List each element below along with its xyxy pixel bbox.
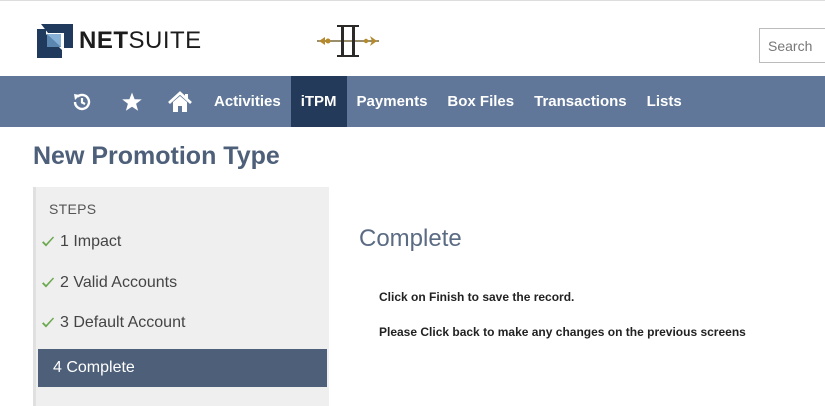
home-icon: [168, 90, 192, 112]
nav-itpm[interactable]: iTPM: [290, 76, 347, 127]
checkmark-icon: [42, 317, 54, 328]
step-label: 2 Valid Accounts: [60, 274, 178, 291]
company-logo-icon: [317, 25, 379, 57]
nav-transactions[interactable]: Transactions: [524, 76, 637, 127]
global-search-box[interactable]: [759, 28, 825, 63]
step-default-account[interactable]: 3 Default Account: [36, 306, 329, 340]
shortcuts-button[interactable]: [108, 76, 156, 127]
netsuite-logo[interactable]: NETSUITE: [37, 24, 202, 58]
search-input[interactable]: [760, 29, 825, 62]
step-complete[interactable]: 4 Complete: [38, 349, 327, 387]
logo-text: NETSUITE: [79, 27, 202, 54]
netsuite-logo-icon: [37, 24, 73, 58]
recent-records-button[interactable]: [56, 76, 108, 127]
nav-payments[interactable]: Payments: [347, 76, 438, 127]
page-title: New Promotion Type: [33, 142, 280, 170]
recent-icon: [73, 93, 91, 110]
back-instruction: Please Click back to make any changes on…: [379, 325, 746, 339]
finish-instruction: Click on Finish to save the record.: [379, 290, 575, 304]
home-button[interactable]: [156, 76, 204, 127]
nav-activities[interactable]: Activities: [204, 76, 291, 127]
step-label: 1 Impact: [60, 233, 122, 250]
steps-panel: STEPS 1 Impact 2 Valid Accounts 3 Defaul…: [33, 187, 329, 406]
nav-box-files[interactable]: Box Files: [437, 76, 524, 127]
step-label: 3 Default Account: [60, 314, 186, 331]
checkmark-icon: [42, 277, 54, 288]
header: NETSUITE: [0, 0, 825, 76]
step-label: 4 Complete: [53, 359, 135, 376]
nav-lists[interactable]: Lists: [637, 76, 692, 127]
section-title: Complete: [359, 225, 462, 252]
step-impact[interactable]: 1 Impact: [36, 225, 329, 259]
step-valid-accounts[interactable]: 2 Valid Accounts: [36, 266, 329, 300]
main-nav: Activities iTPM Payments Box Files Trans…: [0, 76, 825, 127]
star-icon: [122, 92, 142, 111]
steps-header: STEPS: [49, 201, 97, 217]
checkmark-icon: [42, 236, 54, 247]
